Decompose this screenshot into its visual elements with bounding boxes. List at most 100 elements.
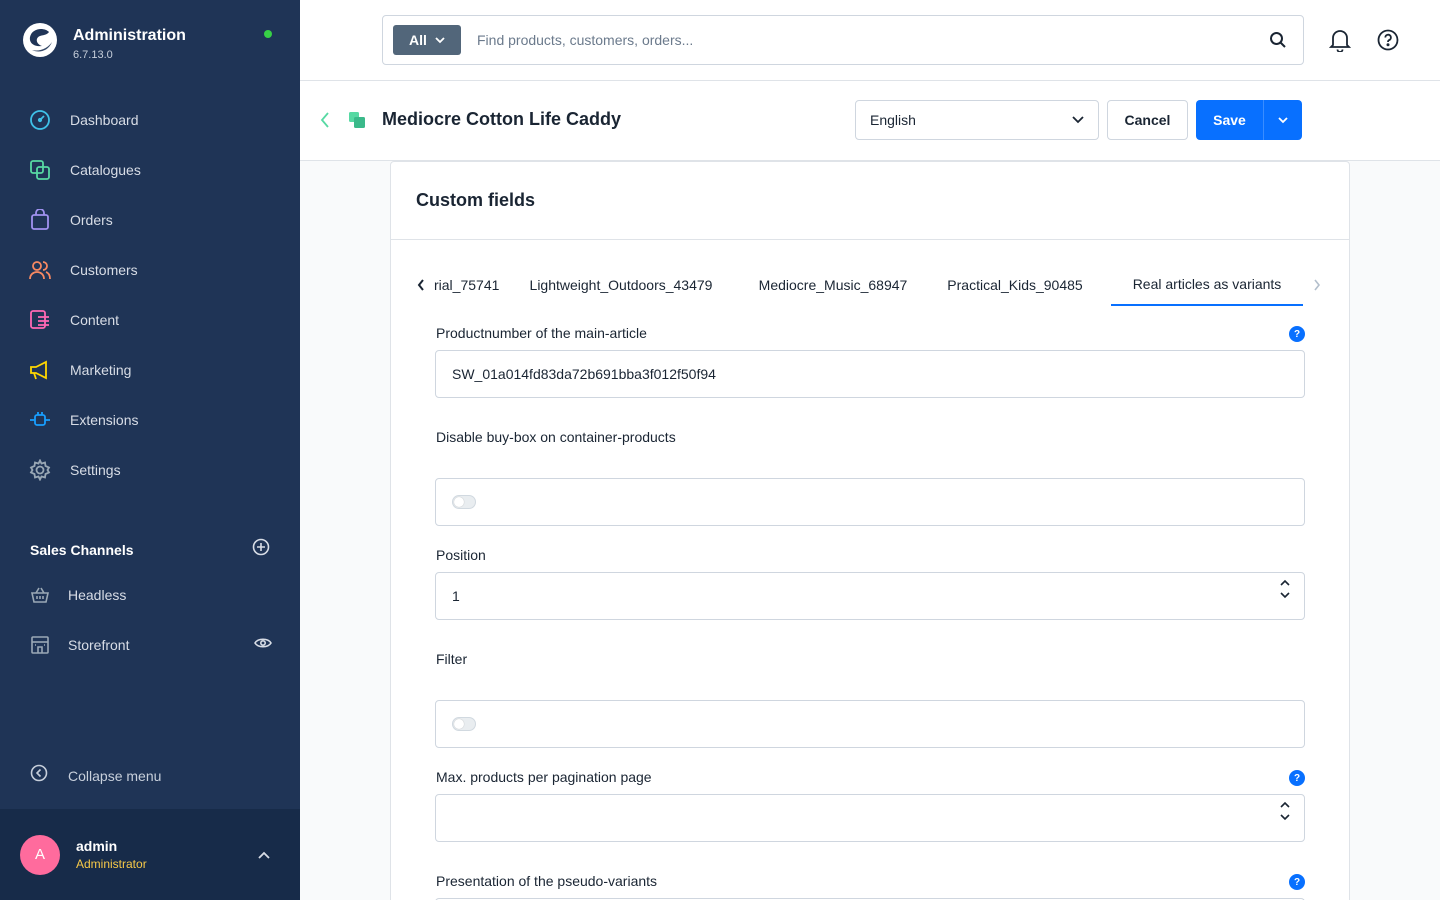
- tab-rial-75741[interactable]: rial_75741: [434, 264, 504, 306]
- add-sales-channel-icon[interactable]: [252, 538, 270, 561]
- nav-label: Orders: [70, 212, 113, 228]
- max-products-label: Max. products per pagination page: [436, 769, 652, 785]
- language-select[interactable]: English: [855, 100, 1099, 140]
- custom-fields-card: Custom fields rial_75741 Lightweight_Out…: [390, 161, 1350, 900]
- disable-buybox-field: [435, 478, 1305, 526]
- custom-field-set-tabs: rial_75741 Lightweight_Outdoors_43479 Me…: [416, 264, 1326, 306]
- collapse-circle-icon: [30, 764, 48, 787]
- tabs-scroll-right-icon[interactable]: [1312, 278, 1326, 292]
- user-info: admin Administrator: [76, 838, 258, 871]
- marketing-icon: [28, 358, 52, 382]
- save-button-group: Save: [1196, 100, 1302, 140]
- nav-item-settings[interactable]: Settings: [0, 445, 300, 495]
- sales-channels-title: Sales Channels: [30, 541, 134, 558]
- nav-label: Customers: [70, 262, 138, 278]
- customers-icon: [28, 258, 52, 282]
- settings-icon: [28, 458, 52, 482]
- language-value: English: [870, 112, 916, 128]
- increment-chevron-up-icon[interactable]: [1280, 579, 1290, 586]
- filter-toggle[interactable]: [452, 717, 476, 731]
- global-search: All: [382, 15, 1304, 65]
- position-stepper: [1280, 579, 1290, 599]
- chevron-down-icon: [1072, 116, 1084, 124]
- tab-lightweight-outdoors[interactable]: Lightweight_Outdoors_43479: [516, 264, 726, 306]
- sales-channel-storefront[interactable]: Storefront: [0, 620, 300, 670]
- nav-item-customers[interactable]: Customers: [0, 245, 300, 295]
- help-icon[interactable]: ?: [1289, 874, 1305, 890]
- chevron-up-icon[interactable]: [258, 846, 270, 864]
- card-header: Custom fields: [391, 162, 1349, 240]
- filter-field: [435, 700, 1305, 748]
- presentation-label: Presentation of the pseudo-variants: [436, 873, 658, 889]
- filter-label: Filter: [436, 651, 468, 667]
- main-article-field[interactable]: SW_01a014fd83da72b691bba3f012f50f94: [435, 350, 1305, 398]
- eye-icon[interactable]: [254, 636, 272, 655]
- nav-label: Content: [70, 312, 120, 328]
- tab-strip: rial_75741 Lightweight_Outdoors_43479 Me…: [434, 264, 1314, 306]
- tab-mediocre-music[interactable]: Mediocre_Music_68947: [744, 264, 922, 306]
- storefront-icon: [28, 633, 52, 657]
- nav-label: Marketing: [70, 362, 132, 378]
- increment-chevron-up-icon[interactable]: [1280, 801, 1290, 808]
- nav-item-marketing[interactable]: Marketing: [0, 345, 300, 395]
- decrement-chevron-down-icon[interactable]: [1280, 814, 1290, 821]
- basket-icon: [28, 583, 52, 607]
- sales-channel-label: Headless: [68, 587, 127, 603]
- tab-real-articles-as-variants[interactable]: Real articles as variants: [1111, 264, 1303, 306]
- card-title: Custom fields: [416, 190, 536, 210]
- disable-buybox-toggle[interactable]: [452, 495, 476, 509]
- position-label: Position: [436, 547, 486, 563]
- orders-icon: [28, 208, 52, 232]
- sales-channel-headless[interactable]: Headless: [0, 570, 300, 620]
- tabs-scroll-left-icon[interactable]: [416, 278, 430, 292]
- page-title: Mediocre Cotton Life Caddy: [382, 109, 622, 129]
- decrement-chevron-down-icon[interactable]: [1280, 592, 1290, 599]
- collapse-menu-button[interactable]: Collapse menu: [30, 764, 161, 787]
- bell-icon[interactable]: [1328, 28, 1352, 52]
- search-type-dropdown[interactable]: All: [393, 25, 461, 55]
- search-type-label: All: [409, 32, 427, 48]
- nav-item-content[interactable]: Content: [0, 295, 300, 345]
- nav-item-catalogues[interactable]: Catalogues: [0, 145, 300, 195]
- nav-item-orders[interactable]: Orders: [0, 195, 300, 245]
- user-role: Administrator: [76, 857, 147, 871]
- nav-item-extensions[interactable]: Extensions: [0, 395, 300, 445]
- sales-channel-label: Storefront: [68, 637, 130, 653]
- user-bar[interactable]: A admin Administrator: [0, 809, 300, 900]
- cancel-button[interactable]: Cancel: [1107, 100, 1188, 140]
- search-icon[interactable]: [1253, 16, 1303, 64]
- chevron-down-icon: [435, 36, 445, 43]
- max-products-stepper: [1280, 801, 1290, 821]
- nav-label: Dashboard: [70, 112, 139, 128]
- position-field[interactable]: 1: [435, 572, 1305, 620]
- collapse-menu-label: Collapse menu: [68, 767, 162, 784]
- catalogues-icon: [28, 158, 52, 182]
- help-icon[interactable]: ?: [1289, 770, 1305, 786]
- nav-label: Extensions: [70, 412, 139, 428]
- max-products-field[interactable]: [435, 794, 1305, 842]
- sales-channel-list: Headless Storefront: [0, 570, 300, 670]
- search-input[interactable]: [477, 32, 1253, 48]
- user-name: admin: [76, 838, 118, 854]
- shopware-logo-icon: [23, 23, 57, 57]
- help-icon[interactable]: ?: [1289, 326, 1305, 342]
- save-options-button[interactable]: [1263, 100, 1302, 140]
- help-circle-icon[interactable]: [1376, 28, 1400, 52]
- back-arrow-icon[interactable]: [320, 111, 330, 134]
- nav-item-dashboard[interactable]: Dashboard: [0, 95, 300, 145]
- online-status-dot: [264, 30, 272, 38]
- main-article-value: SW_01a014fd83da72b691bba3f012f50f94: [452, 366, 716, 382]
- tab-practical-kids[interactable]: Practical_Kids_90485: [936, 264, 1094, 306]
- dashboard-icon: [28, 108, 52, 132]
- content-icon: [28, 308, 52, 332]
- brand: Administration 6.7.13.0: [22, 22, 186, 61]
- app-version: 6.7.13.0: [73, 49, 113, 61]
- nav-label: Settings: [70, 462, 121, 478]
- sidebar: Administration 6.7.13.0 Dashboard Catalo…: [0, 0, 300, 900]
- save-button[interactable]: Save: [1196, 100, 1263, 140]
- main-nav: Dashboard Catalogues Orders Customers Co…: [0, 95, 300, 495]
- chevron-down-icon: [1278, 116, 1288, 123]
- topbar: All: [300, 0, 1440, 81]
- sales-channels-header: Sales Channels: [30, 538, 270, 561]
- app-title: Administration: [73, 27, 186, 44]
